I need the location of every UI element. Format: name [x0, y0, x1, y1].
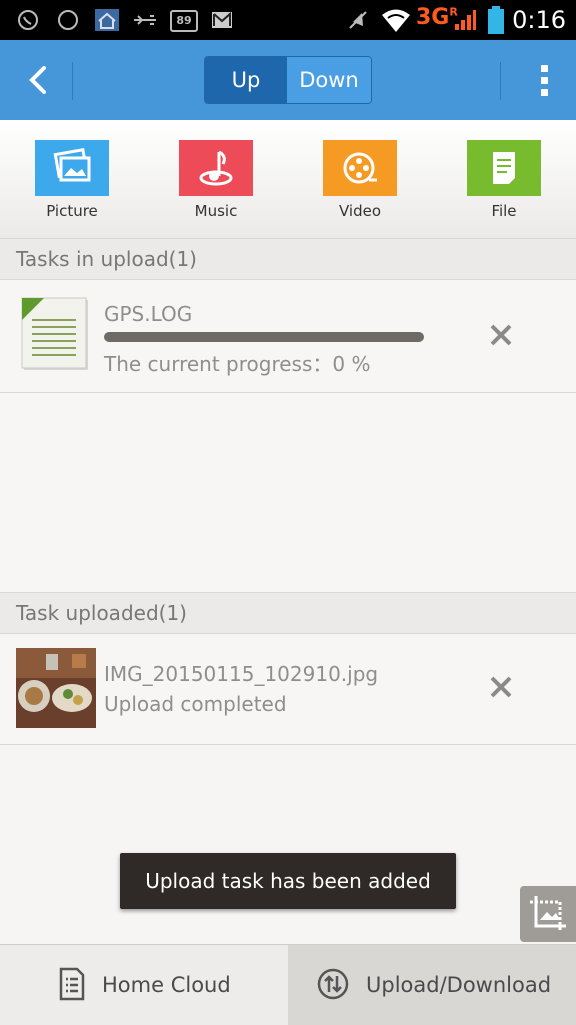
bottom-tab-bar: Home Cloud Upload/Download [0, 944, 576, 1025]
divider [500, 62, 501, 100]
up-down-toggle: Up Down [204, 56, 372, 104]
tab-label: Upload/Download [366, 973, 552, 997]
tab-label: Home Cloud [102, 973, 231, 997]
status-bar: 89 3GR 0:16 [0, 0, 576, 40]
photo-thumbnail [16, 648, 96, 728]
divider [72, 62, 73, 100]
whatsapp-icon [18, 10, 38, 30]
app-bar: Up Down [0, 40, 576, 120]
file-name: IMG_20150115_102910.jpg [104, 662, 379, 686]
battery-icon [488, 6, 504, 34]
list-item[interactable]: GPS.LOG The current progress：0 % [0, 280, 576, 393]
progress-text: The current progress：0 % [104, 352, 371, 376]
category-music[interactable]: Music [179, 140, 253, 220]
category-video[interactable]: Video [323, 140, 397, 220]
toast-message: Upload task has been added [120, 853, 456, 909]
tab-up[interactable]: Up [205, 57, 287, 103]
gmail-icon [212, 11, 232, 28]
category-label: File [491, 202, 517, 220]
section-header-uploaded: Task uploaded(1) [0, 592, 576, 634]
clock: 0:16 [512, 6, 566, 34]
section-title: Task uploaded(1) [16, 601, 187, 625]
empty-space [0, 393, 576, 592]
screenshot-crop-button[interactable] [520, 886, 576, 942]
signal-icon [455, 10, 476, 30]
category-file[interactable]: File [467, 140, 541, 220]
upload-status: Upload completed [104, 692, 287, 716]
picture-icon [35, 140, 109, 196]
category-label: Picture [46, 202, 98, 220]
category-bar: Picture Music Video File [0, 120, 576, 238]
home-cloud-icon [95, 9, 119, 31]
video-icon [323, 140, 397, 196]
category-picture[interactable]: Picture [35, 140, 109, 220]
progress-bar [104, 332, 424, 342]
usb-icon [134, 15, 156, 25]
mute-icon [349, 11, 367, 29]
document-list-icon [59, 967, 85, 1001]
list-item[interactable]: IMG_20150115_102910.jpg Upload completed [0, 634, 576, 745]
document-icon [21, 297, 88, 370]
section-header-uploading: Tasks in upload(1) [0, 238, 576, 280]
cancel-icon[interactable] [488, 322, 514, 348]
category-label: Video [338, 202, 382, 220]
tab-down[interactable]: Down [287, 57, 371, 103]
transfer-icon [317, 968, 349, 1000]
file-icon [467, 140, 541, 196]
remove-icon[interactable] [488, 674, 514, 700]
file-name: GPS.LOG [104, 302, 193, 326]
circle-icon [58, 10, 78, 30]
section-title: Tasks in upload(1) [16, 247, 197, 271]
tab-upload-download[interactable]: Upload/Download [288, 945, 576, 1025]
network-type: 3GR [416, 5, 458, 30]
crop-icon [530, 896, 566, 932]
music-icon [179, 140, 253, 196]
battery-badge: 89 [170, 10, 198, 32]
wifi-icon [382, 9, 410, 32]
tab-home-cloud[interactable]: Home Cloud [0, 945, 288, 1025]
back-icon[interactable] [20, 62, 56, 98]
overflow-menu-icon[interactable] [540, 65, 550, 99]
category-label: Music [194, 202, 238, 220]
